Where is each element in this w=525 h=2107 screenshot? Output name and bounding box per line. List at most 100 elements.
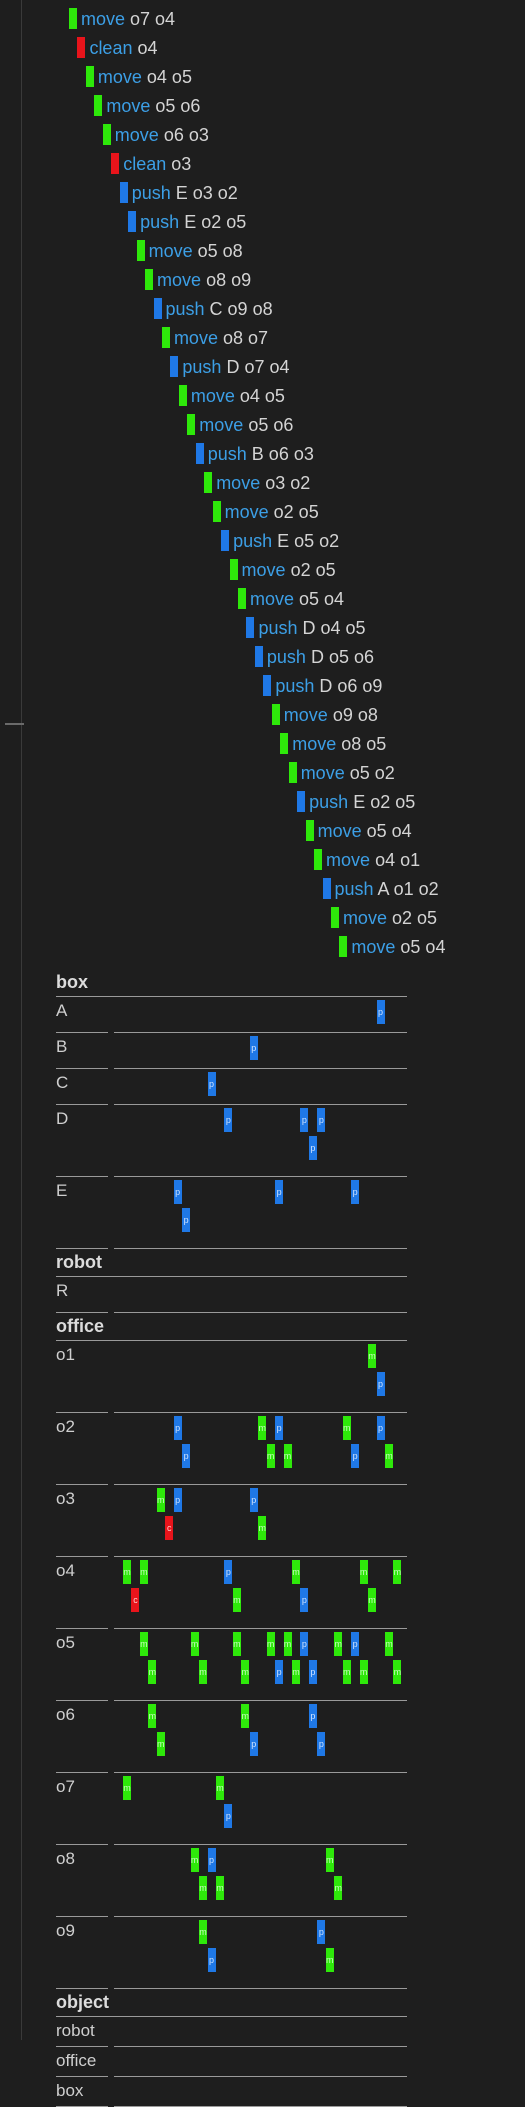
timeline-step-marker[interactable]: p: [317, 1732, 326, 1756]
plan-step[interactable]: push E o2 o5: [297, 790, 415, 814]
timeline-step-marker[interactable]: m: [123, 1776, 131, 1800]
timeline-step-marker[interactable]: p: [351, 1632, 360, 1656]
timeline-step-marker[interactable]: m: [258, 1416, 267, 1440]
timeline-step-marker[interactable]: p: [300, 1632, 309, 1656]
plan-step[interactable]: move o8 o5: [280, 732, 386, 756]
timeline-step-marker[interactable]: m: [368, 1588, 377, 1612]
timeline-step-marker[interactable]: m: [232, 1588, 241, 1612]
timeline-step-marker[interactable]: p: [275, 1180, 284, 1204]
plan-step[interactable]: push B o6 o3: [195, 442, 314, 466]
timeline-step-marker[interactable]: m: [241, 1704, 250, 1728]
timeline-step-marker[interactable]: m: [334, 1632, 343, 1656]
timeline-step-marker[interactable]: p: [207, 1072, 216, 1096]
plan-step[interactable]: move o4 o5: [85, 65, 192, 89]
plan-step[interactable]: move o2 o5: [330, 906, 437, 930]
plan-step[interactable]: move o8 o9: [145, 268, 251, 292]
timeline-step-marker[interactable]: p: [182, 1444, 191, 1468]
gutter-collapse-handle[interactable]: [5, 723, 24, 725]
timeline-step-marker[interactable]: m: [283, 1632, 292, 1656]
timeline-step-marker[interactable]: m: [368, 1344, 377, 1368]
timeline-step-marker[interactable]: m: [232, 1632, 241, 1656]
timeline-step-marker[interactable]: m: [384, 1632, 393, 1656]
plan-step[interactable]: push D o5 o6: [254, 645, 374, 669]
timeline-step-marker[interactable]: p: [351, 1180, 360, 1204]
timeline-step-marker[interactable]: p: [300, 1108, 309, 1132]
plan-step[interactable]: move o5 o4: [238, 587, 344, 611]
timeline-step-marker[interactable]: p: [308, 1136, 317, 1160]
timeline-step-marker[interactable]: m: [359, 1560, 368, 1584]
timeline-step-marker[interactable]: p: [275, 1416, 284, 1440]
timeline-step-marker[interactable]: p: [376, 1000, 385, 1024]
plan-step[interactable]: push E o5 o2: [221, 529, 339, 553]
timeline-step-marker[interactable]: m: [148, 1704, 157, 1728]
timeline-step-marker[interactable]: m: [283, 1444, 292, 1468]
timeline-step-marker[interactable]: m: [359, 1660, 368, 1684]
timeline-step-marker[interactable]: p: [376, 1416, 385, 1440]
plan-step[interactable]: move o9 o8: [271, 703, 378, 727]
timeline-step-marker[interactable]: m: [139, 1560, 148, 1584]
timeline-step-marker[interactable]: m: [325, 1948, 334, 1972]
plan-step[interactable]: push C o9 o8: [153, 297, 273, 321]
plan-step[interactable]: move o6 o3: [102, 123, 209, 147]
plan-step[interactable]: move o8 o7: [161, 326, 268, 350]
plan-step[interactable]: move o5 o4: [339, 935, 445, 959]
plan-step[interactable]: move o4 o5: [178, 384, 285, 408]
timeline-step-marker[interactable]: p: [275, 1660, 284, 1684]
plan-step[interactable]: push D o7 o4: [170, 355, 289, 379]
timeline-step-marker[interactable]: p: [224, 1560, 233, 1584]
timeline-step-marker[interactable]: p: [308, 1704, 317, 1728]
plan-step[interactable]: push E o2 o5: [128, 210, 246, 234]
timeline-step-marker[interactable]: m: [199, 1876, 208, 1900]
timeline-step-marker[interactable]: p: [249, 1732, 258, 1756]
plan-step[interactable]: push A o1 o2: [322, 877, 439, 901]
timeline-step-marker[interactable]: p: [224, 1108, 233, 1132]
plan-step[interactable]: clean o4: [77, 36, 158, 60]
timeline-step-marker[interactable]: m: [292, 1560, 300, 1584]
plan-step[interactable]: push D o4 o5: [246, 616, 366, 640]
timeline-step-marker[interactable]: p: [173, 1416, 182, 1440]
plan-step[interactable]: move o5 o4: [305, 819, 412, 843]
plan-step[interactable]: move o5 o6: [187, 413, 293, 437]
timeline-step-marker[interactable]: p: [207, 1848, 216, 1872]
timeline-step-marker[interactable]: m: [258, 1516, 267, 1540]
timeline-step-marker[interactable]: p: [376, 1372, 385, 1396]
timeline-step-marker[interactable]: m: [139, 1632, 148, 1656]
plan-step[interactable]: move o7 o4: [69, 7, 175, 31]
timeline-step-marker[interactable]: m: [199, 1660, 208, 1684]
plan-step[interactable]: push D o6 o9: [263, 674, 382, 698]
timeline-step-marker[interactable]: p: [224, 1804, 233, 1828]
timeline-step-marker[interactable]: m: [215, 1776, 224, 1800]
timeline-step-marker[interactable]: m: [123, 1560, 131, 1584]
plan-step[interactable]: push E o3 o2: [119, 181, 238, 205]
timeline-step-marker[interactable]: m: [292, 1660, 300, 1684]
timeline-step-marker[interactable]: p: [317, 1920, 326, 1944]
timeline-step-marker[interactable]: p: [351, 1444, 360, 1468]
timeline-step-marker[interactable]: p: [308, 1660, 317, 1684]
timeline-step-marker[interactable]: m: [199, 1920, 208, 1944]
timeline-step-marker[interactable]: m: [156, 1732, 165, 1756]
timeline-step-marker[interactable]: m: [342, 1416, 351, 1440]
timeline-step-marker[interactable]: p: [182, 1208, 191, 1232]
plan-step[interactable]: move o5 o8: [136, 239, 243, 263]
plan-step[interactable]: move o5 o6: [94, 94, 200, 118]
timeline-step-marker[interactable]: m: [393, 1560, 402, 1584]
timeline-step-marker[interactable]: m: [384, 1444, 393, 1468]
timeline-step-marker[interactable]: m: [156, 1488, 165, 1512]
plan-step[interactable]: move o2 o5: [229, 558, 336, 582]
timeline-step-marker[interactable]: m: [325, 1848, 334, 1872]
plan-step[interactable]: move o4 o1: [314, 848, 420, 872]
timeline-step-marker[interactable]: p: [173, 1488, 182, 1512]
timeline-step-marker[interactable]: p: [173, 1180, 182, 1204]
timeline-step-marker[interactable]: p: [207, 1948, 216, 1972]
timeline-step-marker[interactable]: m: [148, 1660, 157, 1684]
timeline-step-marker[interactable]: p: [249, 1488, 258, 1512]
plan-step[interactable]: move o5 o2: [288, 761, 395, 785]
timeline-step-marker[interactable]: m: [334, 1876, 343, 1900]
timeline-step-marker[interactable]: m: [190, 1848, 199, 1872]
plan-step[interactable]: move o2 o5: [212, 500, 319, 524]
timeline-step-marker[interactable]: c: [131, 1588, 140, 1612]
plan-step[interactable]: clean o3: [111, 152, 191, 176]
timeline-step-marker[interactable]: m: [266, 1444, 275, 1468]
timeline-step-marker[interactable]: m: [215, 1876, 224, 1900]
timeline-step-marker[interactable]: m: [393, 1660, 402, 1684]
